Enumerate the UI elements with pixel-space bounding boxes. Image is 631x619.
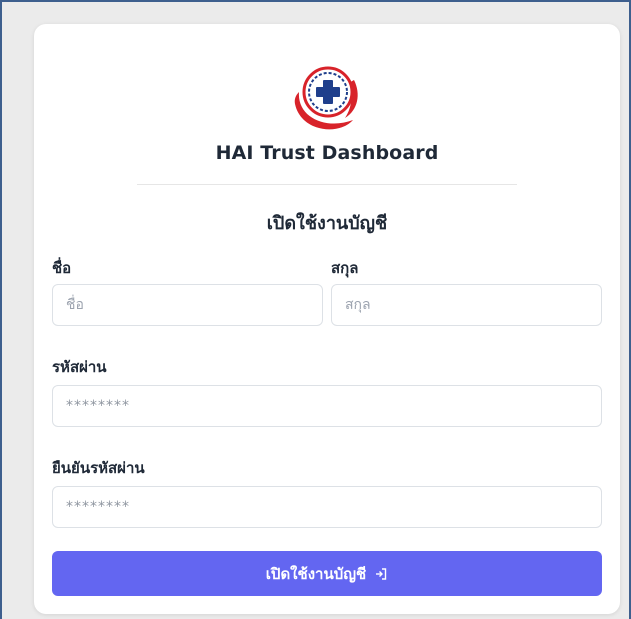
page-background: HAI Trust Dashboard เปิดใช้งานบัญชี ชื่อ… [0,0,631,619]
login-arrow-icon [376,567,387,580]
password-label: รหัสผ่าน [52,358,107,376]
activate-account-button[interactable]: เปิดใช้งานบัญชี [52,551,602,596]
first-name-input[interactable] [52,284,323,326]
divider [137,184,517,185]
form-heading: เปิดใช้งานบัญชี [266,213,388,234]
password-input[interactable] [52,385,602,427]
activation-card: HAI Trust Dashboard เปิดใช้งานบัญชี ชื่อ… [34,24,620,614]
first-name-label: ชื่อ [52,259,72,277]
medical-cross-logo-icon [294,66,358,130]
last-name-input[interactable] [331,284,602,326]
confirm-password-label: ยืนยันรหัสผ่าน [52,459,145,477]
activate-account-button-label: เปิดใช้งานบัญชี [265,564,367,583]
confirm-password-input[interactable] [52,486,602,528]
last-name-label: สกุล [331,259,359,277]
app-title: HAI Trust Dashboard [215,142,439,164]
